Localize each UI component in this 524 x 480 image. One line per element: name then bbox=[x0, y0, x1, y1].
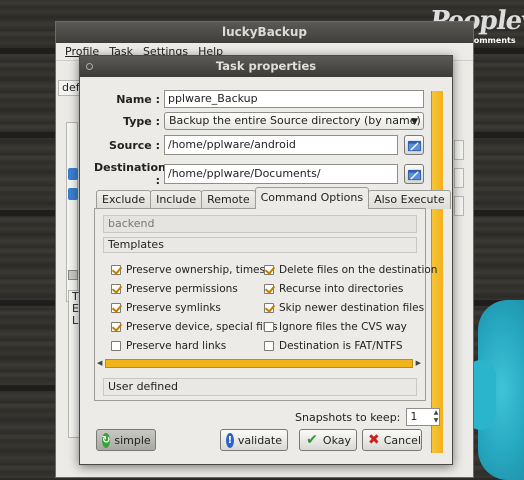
option-label: Recurse into directories bbox=[279, 283, 404, 295]
checkbox[interactable] bbox=[111, 284, 121, 294]
snapshots-label: Snapshots to keep: bbox=[295, 410, 401, 424]
checkbox[interactable] bbox=[111, 322, 121, 332]
tab-remote[interactable]: Remote bbox=[201, 190, 256, 209]
checkbox[interactable] bbox=[264, 265, 274, 275]
tab-exclude[interactable]: Exclude bbox=[96, 190, 152, 209]
tab-also-execute[interactable]: Also Execute bbox=[368, 190, 451, 209]
checkbox[interactable] bbox=[264, 284, 274, 294]
backend-field[interactable]: backend bbox=[103, 215, 417, 233]
command-options-pane: backend Templates Preserve ownership, ti… bbox=[94, 208, 437, 401]
option-label: Preserve hard links bbox=[126, 340, 227, 352]
source-input[interactable]: /home/pplware/android bbox=[164, 135, 398, 155]
cancel-button-label: Cancel bbox=[383, 433, 421, 447]
type-select-value: Backup the entire Source directory (by n… bbox=[169, 114, 421, 127]
option-label: Skip newer destination files bbox=[279, 302, 425, 314]
checkmark-icon: ✔ bbox=[306, 432, 318, 448]
move-up-icon[interactable] bbox=[68, 168, 78, 180]
option-skip-newer[interactable]: Skip newer destination files bbox=[264, 302, 424, 314]
option-label: Preserve symlinks bbox=[126, 302, 221, 314]
tab-command-options[interactable]: Command Options bbox=[254, 187, 370, 209]
checkbox[interactable] bbox=[264, 303, 274, 313]
info-icon: ! bbox=[226, 432, 234, 448]
okay-button[interactable]: ✔ Okay bbox=[299, 429, 357, 451]
browse-source-button[interactable] bbox=[404, 135, 424, 155]
side-button-fragment[interactable] bbox=[454, 196, 464, 216]
checkbox[interactable] bbox=[111, 341, 121, 351]
scroll-right-icon[interactable]: ▶ bbox=[416, 359, 421, 367]
browse-destination-button[interactable] bbox=[404, 164, 424, 184]
option-label: Destination is FAT/NTFS bbox=[279, 340, 403, 352]
option-preserve-hard-links[interactable]: Preserve hard links bbox=[111, 340, 226, 352]
simple-button-label: simple bbox=[114, 433, 151, 447]
option-recurse[interactable]: Recurse into directories bbox=[264, 283, 403, 295]
move-down-icon[interactable] bbox=[68, 188, 78, 200]
option-preserve-permissions[interactable]: Preserve permissions bbox=[111, 283, 238, 295]
info-icon bbox=[68, 270, 78, 280]
close-icon[interactable] bbox=[86, 63, 93, 70]
simple-button[interactable]: ↻ simple bbox=[96, 429, 156, 451]
checkbox[interactable] bbox=[264, 322, 274, 332]
validate-button-label: validate bbox=[237, 433, 282, 447]
option-preserve-symlinks[interactable]: Preserve symlinks bbox=[111, 302, 221, 314]
source-label: Source : bbox=[109, 138, 160, 152]
folder-browse-icon bbox=[407, 169, 421, 180]
destination-label: Destination : bbox=[94, 161, 166, 187]
checkbox[interactable] bbox=[111, 303, 121, 313]
dialog-titlebar: Task properties bbox=[80, 56, 452, 77]
option-label: Preserve ownership, times bbox=[126, 264, 265, 276]
side-button-fragment[interactable] bbox=[454, 140, 464, 160]
name-row: Name : pplware_Backup bbox=[94, 90, 424, 108]
side-button-fragment[interactable] bbox=[454, 168, 464, 188]
dialog-title: Task properties bbox=[215, 59, 317, 73]
source-row: Source : /home/pplware/android bbox=[94, 135, 424, 155]
spin-arrows-icon[interactable]: ▲ ▼ bbox=[434, 409, 439, 425]
templates-header[interactable]: Templates bbox=[103, 237, 417, 253]
cancel-button[interactable]: ✖ Cancel bbox=[362, 429, 422, 451]
destination-input[interactable]: /home/pplware/Documents/ bbox=[164, 164, 398, 184]
option-label: Preserve permissions bbox=[126, 283, 238, 295]
type-label: Type : bbox=[123, 114, 160, 128]
tab-include[interactable]: Include bbox=[150, 190, 203, 209]
option-label: Delete files on the destination bbox=[279, 264, 438, 276]
option-delete-files[interactable]: Delete files on the destination bbox=[264, 264, 437, 276]
checkbox[interactable] bbox=[111, 265, 121, 275]
snapshots-row: Snapshots to keep: 1 ▲ ▼ bbox=[295, 408, 441, 426]
okay-button-label: Okay bbox=[322, 433, 351, 447]
scroll-left-icon[interactable]: ◀ bbox=[97, 359, 102, 367]
type-row: Type : Backup the entire Source director… bbox=[94, 112, 424, 130]
snapshots-spinbox[interactable]: 1 ▲ ▼ bbox=[406, 408, 441, 426]
option-fat-ntfs[interactable]: Destination is FAT/NTFS bbox=[264, 340, 403, 352]
cancel-x-icon: ✖ bbox=[368, 432, 380, 448]
option-preserve-device[interactable]: Preserve device, special files bbox=[111, 321, 278, 333]
type-select[interactable]: Backup the entire Source directory (by n… bbox=[164, 112, 424, 130]
chevron-down-icon: ▼ bbox=[411, 117, 418, 127]
option-label: Ignore files the CVS way bbox=[279, 321, 407, 333]
options-tabs: Exclude Include Remote Command Options A… bbox=[96, 187, 451, 209]
folder-browse-icon bbox=[407, 140, 421, 151]
option-label: Preserve device, special files bbox=[126, 321, 278, 333]
option-ignore-cvs[interactable]: Ignore files the CVS way bbox=[264, 321, 407, 333]
task-properties-dialog: Task properties Name : pplware_Backup Ty… bbox=[79, 55, 453, 465]
user-defined-header[interactable]: User defined bbox=[103, 378, 417, 396]
refresh-icon: ↻ bbox=[102, 432, 111, 448]
validate-button[interactable]: ! validate bbox=[220, 429, 288, 451]
main-window-title: luckyBackup bbox=[56, 22, 473, 43]
destination-row: Destination : /home/pplware/Documents/ bbox=[94, 161, 424, 187]
option-preserve-ownership[interactable]: Preserve ownership, times bbox=[111, 264, 265, 276]
horizontal-scrollbar[interactable]: ◀ ▶ bbox=[97, 359, 421, 368]
snapshots-value: 1 bbox=[410, 410, 418, 423]
name-label: Name : bbox=[116, 92, 160, 106]
checkbox[interactable] bbox=[264, 341, 274, 351]
name-input[interactable]: pplware_Backup bbox=[164, 90, 424, 108]
